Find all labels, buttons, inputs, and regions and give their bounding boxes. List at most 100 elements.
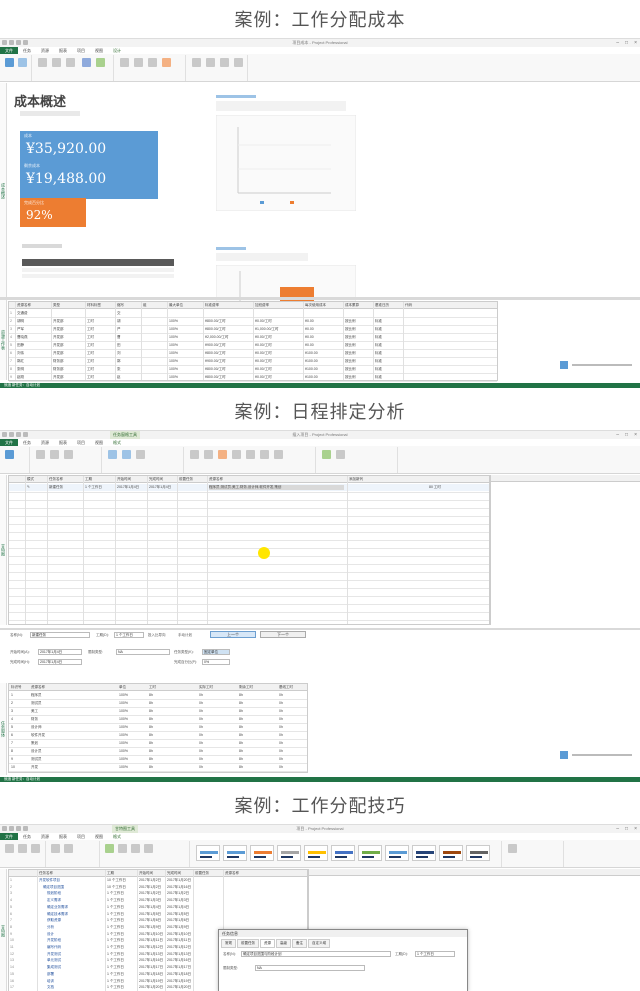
gantt-style-swatch[interactable] (304, 845, 328, 861)
duration-cell[interactable]: 10 个工作日 (107, 878, 126, 883)
finish-cell[interactable]: 2017年1月2日 (167, 891, 189, 896)
task-name-cell[interactable]: 开发软件项目 (39, 878, 60, 883)
table-cell[interactable]: 0h (279, 717, 283, 721)
finish-cell[interactable]: 2017年1月4日 (149, 485, 171, 490)
task-name-cell[interactable]: 分析 (47, 925, 54, 930)
table-cell[interactable]: 工时 (87, 351, 94, 356)
table-cell[interactable]: 程序员 (31, 693, 42, 698)
insert-column-icon[interactable] (51, 844, 60, 853)
column-header[interactable]: 资源名称 (209, 477, 223, 482)
column-header[interactable]: 前置任务 (195, 871, 209, 876)
table-cell[interactable]: 开发 (31, 765, 38, 770)
table-cell[interactable]: 0h (279, 741, 283, 745)
column-header[interactable]: 资源名称 (17, 303, 31, 308)
table-cell[interactable]: 8h (149, 765, 153, 769)
table-cell[interactable]: 按比例 (345, 351, 356, 356)
gantt-style-swatch[interactable] (277, 845, 301, 861)
start-cell[interactable]: 2017年1月20日 (139, 985, 163, 990)
tab-view[interactable]: 视图 (90, 439, 108, 446)
finish-cell[interactable]: 2017年1月16日 (167, 885, 191, 890)
table-cell[interactable]: 刘 (117, 351, 121, 356)
column-header[interactable]: 资源名称 (31, 685, 45, 690)
column-header[interactable]: 工期 (107, 871, 114, 876)
table-cell[interactable]: 开发部 (53, 319, 64, 324)
close-icon[interactable]: × (634, 40, 637, 46)
window-controls[interactable]: – □ × (616, 40, 637, 46)
table-cell[interactable]: 按比例 (345, 367, 356, 372)
table-cell[interactable]: 工时 (87, 319, 94, 324)
table-cell[interactable]: 0h (199, 741, 203, 745)
table-cell[interactable]: 赵 (117, 375, 121, 380)
table-cell[interactable]: 100% (119, 701, 128, 705)
table-cell[interactable]: 工时 (87, 367, 94, 372)
column-header[interactable]: 加班费率 (255, 303, 269, 308)
table-cell[interactable]: 设计员 (31, 749, 42, 754)
finish-cell[interactable]: 2017年1月12日 (167, 945, 191, 950)
table-cell[interactable]: 工时 (87, 375, 94, 380)
column-header[interactable]: 实际工时 (199, 685, 213, 690)
table-cell[interactable]: 10 (11, 765, 15, 769)
task-name-cell[interactable]: 单元测试 (47, 958, 61, 963)
column-header[interactable]: 完成时间 (149, 477, 163, 482)
column-header[interactable]: 代码 (405, 303, 412, 308)
table-cell[interactable]: 100% (169, 343, 178, 347)
table-cell[interactable]: ¥2,000.00/工时 (205, 335, 229, 340)
copy-icon[interactable] (64, 450, 73, 459)
table-cell[interactable]: 8h (149, 701, 153, 705)
link-tasks-icon[interactable] (122, 450, 131, 459)
duration-cell[interactable]: 1 个工作日 (107, 925, 124, 930)
maximize-icon[interactable]: □ (625, 826, 628, 832)
gantt-icon[interactable] (5, 450, 14, 459)
table-cell[interactable]: 0h (199, 765, 203, 769)
start-cell[interactable]: 2017年1月4日 (117, 485, 139, 490)
table-cell[interactable]: ¥800.00/工时 (205, 327, 226, 332)
finish-cell[interactable]: 2017年1月10日 (167, 932, 191, 937)
table-cell[interactable]: 工时 (87, 343, 94, 348)
column-header[interactable]: 类型 (53, 303, 60, 308)
table-cell[interactable]: 财务 (31, 717, 38, 722)
view-shortcut-icon[interactable] (560, 751, 568, 759)
task-name-cell[interactable]: 设计 (47, 932, 54, 937)
column-header[interactable]: 基准日历 (375, 303, 389, 308)
table-cell[interactable]: 严军 (17, 327, 24, 332)
table-cell[interactable]: 0h (279, 765, 283, 769)
table-cell[interactable]: 0h (279, 725, 283, 729)
start-cell[interactable]: 2017年1月9日 (139, 925, 161, 930)
table-cell[interactable]: 8h (239, 749, 243, 753)
finish-cell[interactable]: 2017年1月13日 (167, 952, 191, 957)
table-cell[interactable]: ¥0.00/工时 (255, 351, 272, 356)
table-cell[interactable]: 设计师 (31, 725, 42, 730)
task-name-cell[interactable]: 集成测试 (47, 965, 61, 970)
duration-field[interactable]: 1 个工作日 (114, 632, 144, 638)
task-icon[interactable] (260, 450, 269, 459)
view-shortcut-icon[interactable] (560, 361, 568, 369)
table-cell[interactable]: 0h (279, 757, 283, 761)
column-header[interactable]: 模式 (27, 477, 34, 482)
column-header[interactable]: 成本累算 (345, 303, 359, 308)
table-cell[interactable]: 100% (119, 693, 128, 697)
table-cell[interactable]: 0h (279, 749, 283, 753)
table-cell[interactable]: 0h (199, 717, 203, 721)
table-cell[interactable]: 开发部 (53, 335, 64, 340)
name-field[interactable]: 新建任务 (30, 632, 90, 638)
task-name-cell[interactable]: 确定项目范围 (43, 885, 64, 890)
text-styles-icon[interactable] (5, 844, 14, 853)
table-cell[interactable]: 100% (119, 717, 128, 721)
move-icon[interactable] (232, 450, 241, 459)
tab-project[interactable]: 项目 (72, 833, 90, 840)
view-splitter[interactable] (0, 628, 640, 630)
table-cell[interactable]: ¥0.00 (305, 319, 314, 323)
start-cell[interactable]: 2017年1月2日 (139, 885, 161, 890)
table-cell[interactable]: 按比例 (345, 335, 356, 340)
duration-cell[interactable]: 1 个工作日 (107, 938, 124, 943)
table-cell[interactable]: 8h (239, 765, 243, 769)
dialog-tab[interactable]: 前置任务 (237, 939, 259, 948)
tab-view[interactable]: 视图 (90, 833, 108, 840)
column-settings-icon[interactable] (64, 844, 73, 853)
table-cell[interactable]: 4 (11, 717, 13, 721)
minimize-icon[interactable]: – (616, 40, 619, 46)
size-icon[interactable] (234, 58, 243, 67)
table-cell[interactable]: 田静 (17, 343, 24, 348)
table-cell[interactable]: 2 (11, 701, 13, 705)
previous-button[interactable]: 上一个 (210, 631, 256, 638)
